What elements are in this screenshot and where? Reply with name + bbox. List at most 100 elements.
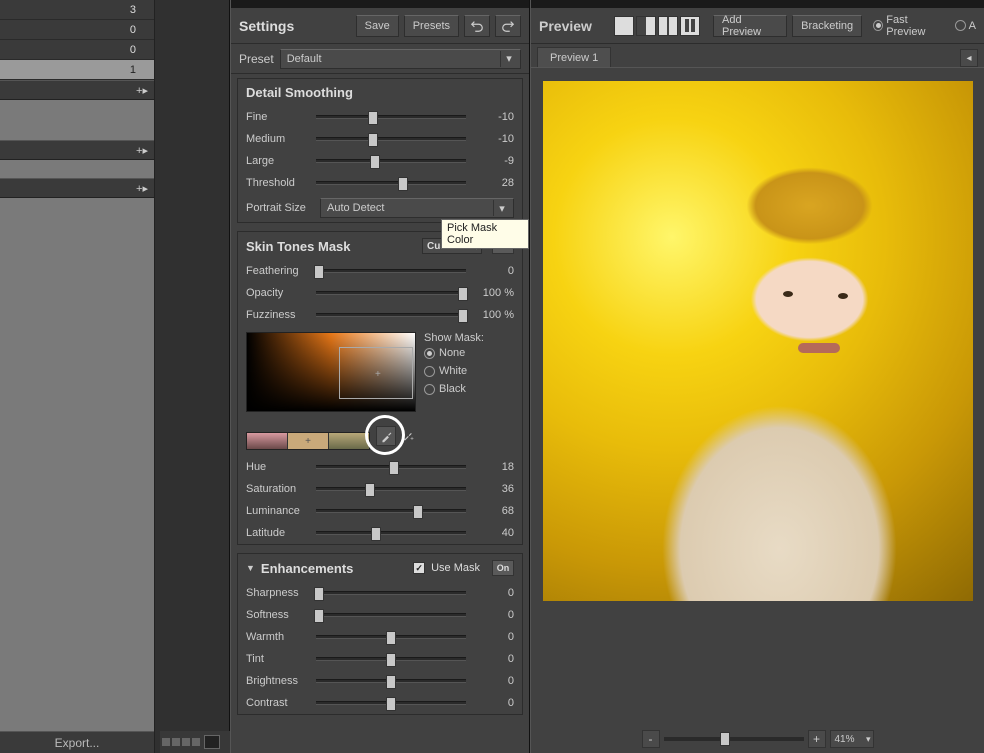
- fast-preview-label: Fast Preview: [886, 14, 943, 38]
- settings-panel: Settings Save Presets Preset Default Det…: [230, 0, 530, 753]
- slider-label: Large: [246, 155, 310, 167]
- add-preview-button[interactable]: Add Preview: [713, 15, 787, 37]
- enhancements-section: ▼ Enhancements ✓ Use Mask On Sharpness0 …: [237, 553, 523, 715]
- slider-value: 100 %: [472, 309, 514, 321]
- list-row[interactable]: 0: [0, 20, 154, 40]
- slider-value: 0: [472, 265, 514, 277]
- feathering-slider[interactable]: [316, 269, 466, 273]
- slider-label: Feathering: [246, 265, 310, 277]
- brightness-slider[interactable]: [316, 679, 466, 683]
- other-preview-radio[interactable]: [955, 20, 966, 31]
- add-button[interactable]: +▸: [0, 80, 154, 100]
- hue-strip[interactable]: +: [246, 432, 370, 450]
- list-row[interactable]: 0: [0, 40, 154, 60]
- contrast-slider[interactable]: [316, 701, 466, 705]
- warmth-slider[interactable]: [316, 635, 466, 639]
- slider-label: Hue: [246, 461, 310, 473]
- radio-white[interactable]: [424, 366, 435, 377]
- view-single-button[interactable]: [614, 16, 634, 36]
- slider-value: 0: [472, 653, 514, 665]
- softness-slider[interactable]: [316, 613, 466, 617]
- other-preview-label: A: [969, 20, 976, 32]
- opacity-slider[interactable]: [316, 291, 466, 295]
- slider-value: -9: [472, 155, 514, 167]
- add-eyedropper-icon[interactable]: +: [400, 426, 416, 446]
- slider-value: -10: [472, 111, 514, 123]
- preview-panel: Preview Add Preview Bracketing Fast Prev…: [530, 0, 984, 753]
- slider-value: 0: [472, 587, 514, 599]
- bracketing-button[interactable]: Bracketing: [792, 15, 862, 37]
- slider-value: 0: [472, 675, 514, 687]
- portrait-size-dropdown[interactable]: Auto Detect: [320, 198, 514, 218]
- tab-nav-left[interactable]: ◂: [960, 49, 978, 67]
- zoom-out-button[interactable]: -: [642, 730, 660, 748]
- left-sidebar: 3 0 0 1 +▸ +▸ +▸ Export...: [0, 0, 155, 753]
- use-mask-checkbox[interactable]: ✓: [413, 562, 425, 574]
- latitude-slider[interactable]: [316, 531, 466, 535]
- enhancements-on-toggle[interactable]: On: [492, 560, 514, 576]
- slider-label: Brightness: [246, 675, 310, 687]
- radio-label: Black: [439, 383, 466, 395]
- saturation-slider[interactable]: [316, 487, 466, 491]
- slider-value: 100 %: [472, 287, 514, 299]
- tooltip-pick-mask-color: Pick Mask Color: [441, 219, 529, 249]
- zoom-slider[interactable]: [664, 737, 804, 741]
- slider-label: Latitude: [246, 527, 310, 539]
- zoom-in-button[interactable]: +: [808, 730, 826, 748]
- tint-slider[interactable]: [316, 657, 466, 661]
- slider-value: 0: [472, 609, 514, 621]
- list-row[interactable]: 3: [0, 0, 154, 20]
- collapse-icon[interactable]: ▼: [246, 563, 255, 573]
- sharpness-slider[interactable]: [316, 591, 466, 595]
- undo-button[interactable]: [464, 15, 490, 37]
- eyedropper-button[interactable]: [376, 426, 396, 446]
- redo-button[interactable]: [495, 15, 521, 37]
- preview-canvas[interactable]: [539, 77, 976, 723]
- threshold-slider[interactable]: [316, 181, 466, 185]
- slider-label: Saturation: [246, 483, 310, 495]
- fuzziness-slider[interactable]: [316, 313, 466, 317]
- slider-value: -10: [472, 133, 514, 145]
- medium-slider[interactable]: [316, 137, 466, 141]
- slider-value: 28: [472, 177, 514, 189]
- view-half-button[interactable]: [636, 16, 656, 36]
- save-button[interactable]: Save: [356, 15, 399, 37]
- preview-tab-1[interactable]: Preview 1: [537, 47, 611, 67]
- radio-none[interactable]: [424, 348, 435, 359]
- export-button[interactable]: Export...: [0, 731, 154, 753]
- add-button[interactable]: +▸: [0, 178, 154, 198]
- use-mask-label: Use Mask: [431, 562, 480, 574]
- slider-value: 0: [472, 631, 514, 643]
- add-button[interactable]: +▸: [0, 140, 154, 160]
- slider-value: 0: [472, 697, 514, 709]
- section-title: Enhancements: [261, 561, 353, 576]
- gap-column: [155, 0, 230, 753]
- section-title: Detail Smoothing: [246, 85, 353, 100]
- color-field[interactable]: +: [246, 332, 416, 412]
- list-row-selected[interactable]: 1: [0, 60, 154, 80]
- section-title: Skin Tones Mask: [246, 239, 351, 254]
- radio-black[interactable]: [424, 384, 435, 395]
- slider-label: Luminance: [246, 505, 310, 517]
- preview-title: Preview: [539, 18, 609, 34]
- presets-button[interactable]: Presets: [404, 15, 459, 37]
- zoom-dropdown[interactable]: 41%: [830, 730, 874, 748]
- fine-slider[interactable]: [316, 115, 466, 119]
- view-split-button[interactable]: [658, 16, 678, 36]
- slider-label: Opacity: [246, 287, 310, 299]
- hue-slider[interactable]: [316, 465, 466, 469]
- preview-image: [543, 81, 973, 601]
- slider-value: 36: [472, 483, 514, 495]
- large-slider[interactable]: [316, 159, 466, 163]
- preset-dropdown[interactable]: Default: [280, 49, 521, 69]
- slider-label: Sharpness: [246, 587, 310, 599]
- slider-label: Medium: [246, 133, 310, 145]
- radio-label: White: [439, 365, 467, 377]
- slider-label: Softness: [246, 609, 310, 621]
- luminance-slider[interactable]: [316, 509, 466, 513]
- view-dual-button[interactable]: [680, 16, 700, 36]
- slider-value: 18: [472, 461, 514, 473]
- fast-preview-radio[interactable]: [873, 20, 883, 31]
- thumbnail-strip[interactable]: [160, 731, 230, 753]
- slider-value: 40: [472, 527, 514, 539]
